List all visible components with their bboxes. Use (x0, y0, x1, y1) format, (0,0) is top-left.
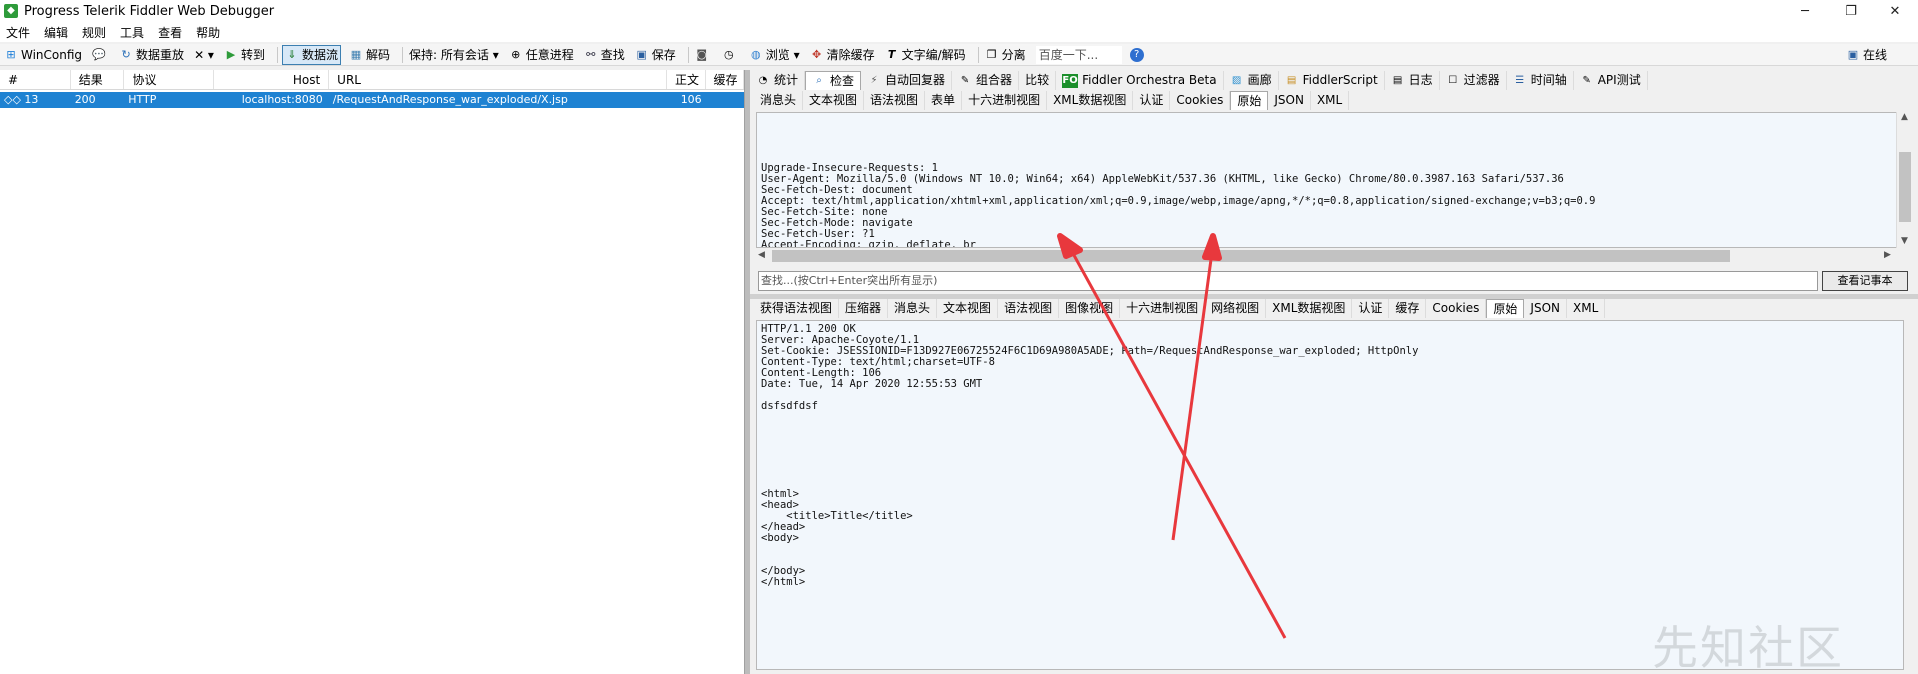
watermark: 先知社区 (1652, 621, 1844, 674)
annotation-arrows (1057, 233, 1287, 639)
red-arrow-2 (1171, 233, 1222, 541)
red-arrow-1 (1057, 233, 1287, 639)
